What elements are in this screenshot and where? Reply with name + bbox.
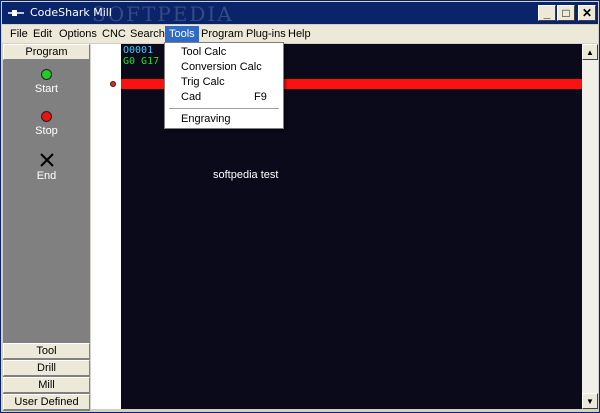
menu-file[interactable]: File xyxy=(6,26,32,42)
application-window: CodeShark Mill SOFTPEDIA _ □ ✕ File Edit… xyxy=(0,0,600,413)
green-light-icon xyxy=(41,69,52,80)
menu-item-tool-calc[interactable]: Tool Calc xyxy=(166,45,282,60)
menu-item-engraving[interactable]: Engraving xyxy=(166,112,282,127)
menu-plug-ins[interactable]: Plug-ins xyxy=(242,26,290,42)
left-panel: Program Start Stop End Tool Drill Mill U… xyxy=(3,44,90,411)
watermark: SOFTPEDIA xyxy=(92,2,234,26)
end-label: End xyxy=(36,170,57,182)
stop-label: Stop xyxy=(35,125,58,137)
breakpoint-icon[interactable] xyxy=(110,81,116,87)
trig-calc-label: Trig Calc xyxy=(181,76,225,88)
conversion-calc-label: Conversion Calc xyxy=(181,61,262,73)
start-button[interactable]: Start xyxy=(3,69,90,95)
drill-tab[interactable]: Drill xyxy=(3,360,90,376)
user-defined-tab[interactable]: User Defined xyxy=(3,394,90,410)
end-button[interactable]: End xyxy=(3,153,90,182)
menu-separator xyxy=(169,108,279,109)
menu-item-conversion-calc[interactable]: Conversion Calc xyxy=(166,60,282,75)
scroll-down-button[interactable]: ▼ xyxy=(582,393,598,409)
title-bar[interactable]: CodeShark Mill SOFTPEDIA _ □ ✕ xyxy=(2,2,598,26)
menu-options[interactable]: Options xyxy=(55,26,101,42)
x-icon xyxy=(39,153,54,167)
arrow-down-icon: ▼ xyxy=(586,396,594,406)
menu-search[interactable]: Search xyxy=(126,26,169,42)
code-line-1: O0001 xyxy=(123,45,154,56)
editor-overlay-text: softpedia test xyxy=(213,169,279,181)
editor-gutter[interactable] xyxy=(91,44,121,409)
menu-bar: File Edit Options CNC Search Tools Progr… xyxy=(2,25,598,43)
menu-tools[interactable]: Tools xyxy=(165,26,199,42)
menu-program[interactable]: Program xyxy=(197,26,247,42)
menu-item-cad[interactable]: Cad F9 xyxy=(166,90,282,105)
vertical-scrollbar[interactable]: ▲ ▼ xyxy=(582,44,598,409)
menu-item-trig-calc[interactable]: Trig Calc xyxy=(166,75,282,90)
close-button[interactable]: ✕ xyxy=(578,5,596,21)
cad-label: Cad xyxy=(181,91,202,103)
cad-shortcut: F9 xyxy=(254,91,267,103)
menu-edit[interactable]: Edit xyxy=(29,26,56,42)
tool-tab[interactable]: Tool xyxy=(3,343,90,359)
start-label: Start xyxy=(34,83,59,95)
menu-help[interactable]: Help xyxy=(284,26,315,42)
app-icon xyxy=(8,10,24,16)
tools-dropdown-menu: Tool Calc Conversion Calc Trig Calc Cad … xyxy=(164,42,284,129)
program-tab[interactable]: Program xyxy=(3,44,90,60)
tool-calc-label: Tool Calc xyxy=(181,46,227,58)
engraving-label: Engraving xyxy=(181,113,231,125)
scroll-up-button[interactable]: ▲ xyxy=(582,44,598,60)
minimize-button[interactable]: _ xyxy=(538,5,556,21)
maximize-button[interactable]: □ xyxy=(557,5,575,21)
red-light-icon xyxy=(41,111,52,122)
stop-button[interactable]: Stop xyxy=(3,111,90,137)
arrow-up-icon: ▲ xyxy=(586,47,594,57)
mill-tab[interactable]: Mill xyxy=(3,377,90,393)
